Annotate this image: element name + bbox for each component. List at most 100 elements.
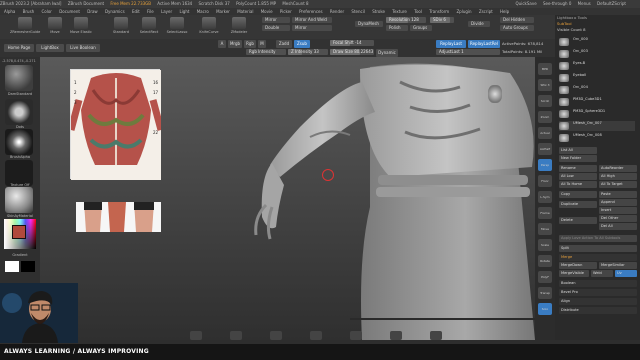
select-lasso-brush[interactable]: SelectLasso [166,17,188,37]
menu-draw[interactable]: Draw [87,9,97,14]
menu-stencil[interactable]: Stencil [351,9,365,14]
move-elastic-brush[interactable]: Move Elastic [68,17,94,37]
bottom-tool-button[interactable] [310,331,322,340]
menu-tool[interactable]: Tool [414,9,422,14]
brush-thumbnail[interactable] [5,65,33,91]
lsym-button[interactable]: L.Sym [538,191,552,203]
menu-zplugin[interactable]: Zplugin [456,9,471,14]
main-color-swatch[interactable] [12,225,26,239]
zadd-button[interactable]: Zadd [276,40,292,48]
stroke-thumbnail[interactable] [5,99,33,125]
scroll-button[interactable]: Scroll [538,95,552,107]
list-all-button[interactable]: List All [559,147,597,154]
menu-material[interactable]: Material [237,9,253,14]
all-to-target-button[interactable]: All To Target [599,181,637,188]
subtool-item[interactable]: Eyes-B [559,61,635,71]
menu-color[interactable]: Color [41,9,51,14]
menu-dynamics[interactable]: Dynamics [105,9,125,14]
bevel-pro-header[interactable]: Bevel Pro [559,289,637,296]
transp-button[interactable]: Transp [538,287,552,299]
aahalf-button[interactable]: AAHalf [538,143,552,155]
weld-button[interactable]: Weld [591,270,613,277]
copy-button[interactable]: Copy [559,191,597,198]
sdiv-slider[interactable]: SDiv 6 [430,17,454,23]
navigation-head-icon[interactable] [488,85,502,103]
home-page-button[interactable]: Home Page [4,44,34,52]
polish-button[interactable]: Polish [386,25,408,31]
menu-help[interactable]: Help [500,9,509,14]
subtool-item[interactable]: PM3D_Cube3D1 [559,97,635,107]
primary-swatch[interactable] [5,261,19,272]
spix-button[interactable]: SPix 3 [538,79,552,91]
rgb-intensity-slider[interactable]: Rgb Intensity [246,49,286,55]
move-brush[interactable]: Move [44,17,66,37]
persp-button[interactable]: Persp [538,159,552,171]
distribute-header[interactable]: Distribute [559,307,637,314]
bottom-tool-button[interactable] [190,331,202,340]
m-button[interactable]: M [258,40,266,48]
z-intensity-slider[interactable]: Z Intensity 33 [288,49,328,55]
adjust-last-slider[interactable]: AdjustLast 1 [436,49,500,55]
menu-render[interactable]: Render [330,9,344,14]
menu-alpha[interactable]: Alpha [4,9,15,14]
lightbox-button[interactable]: LightBox [36,44,64,52]
all-low-button[interactable]: All Low [559,173,597,180]
replay-last-rel-button[interactable]: ReplayLastRel [468,40,500,48]
menu-edit[interactable]: Edit [132,9,140,14]
live-boolean-button[interactable]: Live Boolean [66,44,100,52]
zremesher-guide-brush[interactable]: ZRemesherGuide [10,17,40,37]
floor-button[interactable]: Floor [538,175,552,187]
rename-button[interactable]: Rename [559,165,597,172]
solo-button[interactable]: Solo [538,303,552,315]
subtool-item-selected[interactable]: UMesh_Orc_007 [559,121,635,131]
focal-shift-slider[interactable]: Focal Shift -14 [330,40,374,46]
bottom-tool-button[interactable] [390,331,402,340]
delete-button[interactable]: Delete [559,217,597,224]
subtool-item[interactable]: Orc_000 [559,37,635,47]
menus-button[interactable]: Menus [578,1,591,6]
menu-layer[interactable]: Layer [161,9,172,14]
alpha-thumbnail[interactable] [5,129,33,155]
secondary-swatch[interactable] [21,261,35,272]
menu-macro[interactable]: Macro [197,9,209,14]
menu-stroke[interactable]: Stroke [372,9,385,14]
subtool-item[interactable]: Orc_004 [559,85,635,95]
sculpt-model[interactable] [40,57,555,340]
quicksave-button[interactable]: QuickSave [516,1,537,6]
uv-button[interactable]: Uv [615,270,637,277]
zmodeler-brush[interactable]: ZModeler [228,17,250,37]
double-button[interactable]: Double [262,25,290,31]
groups-button[interactable]: Groups [410,25,432,31]
a-button[interactable]: A [218,40,226,48]
rotate-view-button[interactable]: Rotate [538,255,552,267]
subtool-item[interactable]: Eyeball [559,73,635,83]
material-thumbnail[interactable] [5,187,33,213]
rgb-button[interactable]: Rgb [244,40,256,48]
menu-movie[interactable]: Movie [261,9,273,14]
mirror-button[interactable]: Mirror [262,17,290,23]
divide-button[interactable]: Divide [468,21,490,27]
default-script-button[interactable]: DefaultZScript [597,1,626,6]
autoreorder-button[interactable]: AutoReorder [599,165,637,172]
menu-texture[interactable]: Texture [392,9,407,14]
all-to-home-button[interactable]: All To Home [559,181,597,188]
mirror-and-weld-button[interactable]: Mirror And Weld [292,17,332,23]
del-all-button[interactable]: Del All [599,223,637,230]
merge-visible-button[interactable]: MergeVisible [559,270,589,277]
all-high-button[interactable]: All High [599,173,637,180]
dynamic-button[interactable]: Dynamic [376,49,398,57]
knife-curve-brush[interactable]: KnifeCurve [198,17,220,37]
bpr-button[interactable]: BPR [538,63,552,75]
del-other-button[interactable]: Del Other [599,215,637,222]
bottom-tool-button[interactable] [270,331,282,340]
resolution-slider[interactable]: Resolution 128 [386,17,426,23]
actual-button[interactable]: Actual [538,127,552,139]
zoom-button[interactable]: Zoom [538,111,552,123]
dynamesh-button[interactable]: DynaMesh [355,21,383,27]
mirror-button-2[interactable]: Mirror [292,25,332,31]
replay-last-button[interactable]: ReplayLast [436,40,466,48]
merge-header[interactable]: Merge [559,254,637,261]
see-through-slider[interactable]: See-through 0 [543,1,571,6]
duplicate-button[interactable]: Duplicate [559,201,597,208]
draw-size-slider[interactable]: Draw Size 80.22643 [330,49,374,55]
